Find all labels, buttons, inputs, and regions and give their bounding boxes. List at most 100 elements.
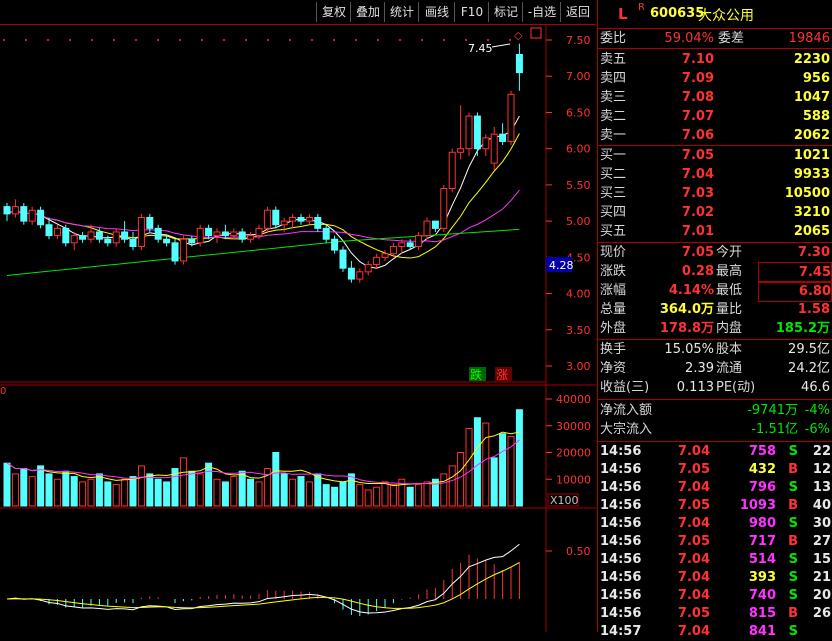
tick-price: 7.04: [677, 480, 710, 495]
mark-button[interactable]: 标记: [488, 2, 523, 22]
price-axis-label: 3.50: [566, 324, 591, 337]
tick-count: 30: [812, 516, 831, 531]
dotted-marker: [135, 39, 137, 41]
draw-line-button[interactable]: 画线: [418, 2, 455, 22]
quote-row: 涨跌 0.28 最高 7.45: [598, 262, 832, 283]
volume-bar: [314, 473, 322, 507]
tick-side: S: [788, 480, 798, 495]
bids-row: 买四 7.02 3210: [598, 203, 832, 222]
volume-bar: [238, 470, 246, 507]
asks-label: 卖一: [600, 128, 627, 143]
dotted-marker: [47, 39, 49, 41]
macd-dea-line: [6, 562, 520, 609]
back-button[interactable]: 返回: [560, 2, 595, 22]
quote-value: 6.80: [758, 281, 832, 302]
tick-price: 7.04: [677, 624, 710, 639]
volume-bar: [154, 478, 162, 507]
tick-row[interactable]: 14:56 7.04 740 S 20: [598, 587, 832, 605]
tick-row[interactable]: 14:57 7.04 841 S: [598, 623, 832, 641]
price-axis-label: 5.00: [566, 215, 591, 228]
volume-bar: [146, 473, 154, 507]
tick-time: 14:56: [600, 588, 642, 603]
candle-body: [431, 220, 439, 229]
fundamental-row: 换手 15.05% 股本 29.5亿: [598, 340, 832, 359]
asks-row: 卖二 7.07 588: [598, 107, 832, 126]
candle-body: [289, 216, 297, 222]
fuquan-button[interactable]: 复权: [316, 2, 351, 22]
diamond-icon[interactable]: ◇: [514, 29, 523, 42]
dotted-marker: [443, 39, 445, 41]
volume-bar: [431, 478, 439, 507]
volume-bar: [79, 481, 87, 507]
high-annotation: 7.45: [468, 42, 493, 55]
dotted-marker: [25, 39, 27, 41]
tick-time: 14:57: [600, 624, 642, 639]
volume-bar: [213, 478, 221, 507]
volume-bar: [499, 433, 507, 507]
candle-body: [415, 235, 423, 247]
candle-body: [79, 235, 87, 240]
volume-bar: [179, 457, 187, 507]
price-axis: 7.507.006.506.005.505.004.504.003.503.00: [3, 34, 591, 373]
watchlist-button[interactable]: -自选: [522, 2, 561, 22]
quote-label: 内盘: [716, 321, 743, 336]
fundamental-value: 46.6: [801, 380, 830, 395]
volume-bar: [305, 481, 313, 507]
volume-bar: [373, 486, 381, 507]
quote-value: 7.45: [758, 262, 832, 283]
candle-body: [465, 115, 473, 150]
candle-body: [398, 242, 406, 247]
statistics-button[interactable]: 统计: [384, 2, 419, 22]
tick-row[interactable]: 14:56 7.04 980 S 30: [598, 515, 832, 533]
asks-row: 卖三 7.08 1047: [598, 88, 832, 107]
candle-body: [364, 264, 372, 273]
tick-time: 14:56: [600, 498, 642, 513]
tick-row[interactable]: 14:56 7.04 758 S 22: [598, 443, 832, 461]
candle-body: [406, 242, 414, 247]
volume-bar: [221, 481, 229, 507]
asks-volume: 1047: [793, 90, 830, 105]
webi-row: 委比 59.04% 委差 19846: [598, 29, 832, 48]
bids-volume: 2065: [793, 224, 830, 239]
flow-label: 大宗流入: [600, 422, 653, 437]
tick-row[interactable]: 14:56 7.04 796 S 13: [598, 479, 832, 497]
bids-label: 买五: [600, 224, 627, 239]
tick-count: 20: [812, 588, 831, 603]
price-axis-label: 4.00: [566, 288, 591, 301]
asks-label: 卖三: [600, 90, 627, 105]
quote-label: 现价: [600, 245, 627, 260]
f10-button[interactable]: F10: [454, 2, 489, 22]
fundamental-label: 净资: [600, 361, 627, 376]
volume-bar: [297, 476, 305, 507]
candle-body: [423, 220, 431, 237]
quote-label: 量比: [716, 302, 743, 317]
tick-volume: 796: [748, 480, 776, 495]
overlay-button[interactable]: 叠加: [350, 2, 385, 22]
dotted-marker: [289, 39, 291, 41]
webi-label: 委比: [600, 31, 627, 46]
weicha-value: 19846: [788, 31, 830, 46]
volume-bar: [440, 473, 448, 507]
kline-chart-area[interactable]: 7.50 7.00 6.50 6.00 5.50 5.00 4.50 4.00 3.50 3.00…: [0, 24, 596, 632]
tick-time: 14:56: [600, 552, 642, 567]
price-axis-label: 6.00: [566, 143, 591, 156]
kline-svg[interactable]: 7.507.006.506.005.505.004.504.003.503.00…: [0, 24, 596, 632]
dotted-marker: [421, 39, 423, 41]
tick-side: B: [788, 606, 798, 621]
volume-bar: [28, 476, 36, 507]
candle-body: [163, 238, 171, 244]
tick-row[interactable]: 14:56 7.05 815 B 26: [598, 605, 832, 623]
candlesticks: [3, 43, 523, 283]
tick-row[interactable]: 14:56 7.05 717 B 27: [598, 533, 832, 551]
vol-axis-label: 30000: [556, 420, 591, 433]
tick-row[interactable]: 14:56 7.05 1093 B 40: [598, 497, 832, 515]
volume-bar: [70, 476, 78, 507]
tick-row[interactable]: 14:56 7.04 393 S 21: [598, 569, 832, 587]
price-axis-label: 3.00: [566, 360, 591, 373]
tick-row[interactable]: 14:56 7.04 514 S 15: [598, 551, 832, 569]
window-icon[interactable]: [530, 27, 542, 39]
tick-row[interactable]: 14:56 7.05 432 B 12: [598, 461, 832, 479]
divider: [598, 441, 832, 442]
candle-body: [255, 227, 263, 237]
volume-bar: [515, 409, 523, 507]
